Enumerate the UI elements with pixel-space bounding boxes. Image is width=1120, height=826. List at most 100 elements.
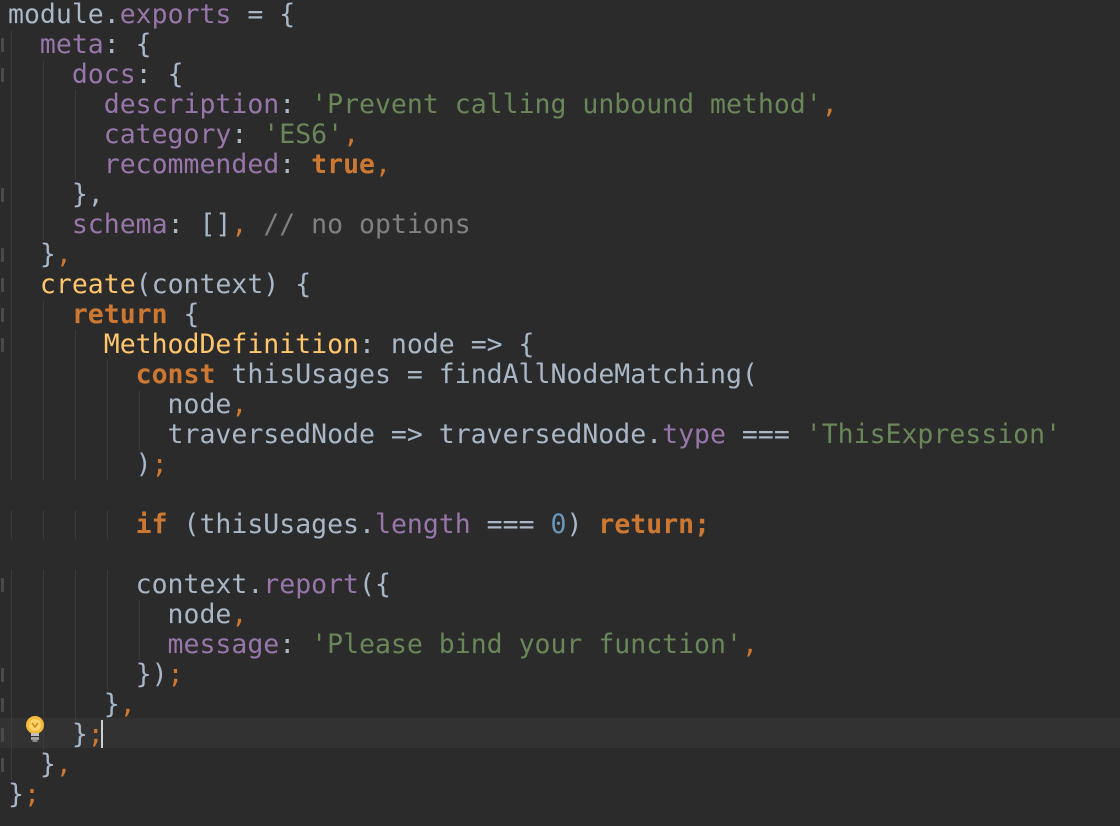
code-token: return; xyxy=(598,509,711,540)
code-line[interactable]: description: 'Prevent calling unbound me… xyxy=(8,90,1061,120)
code-token: ) xyxy=(8,449,152,480)
indent-guide xyxy=(74,660,76,690)
code-token: message xyxy=(167,629,280,660)
code-token: : xyxy=(279,89,312,120)
indent-guide xyxy=(74,150,76,180)
indent-guide xyxy=(106,450,108,480)
fold-marker[interactable] xyxy=(1,698,4,712)
code-area[interactable]: module.exports = { meta: { docs: { descr… xyxy=(8,0,1061,810)
code-line[interactable]: ); xyxy=(8,450,1061,480)
indent-guide xyxy=(11,150,12,180)
indent-guide xyxy=(42,600,44,630)
code-token: exports xyxy=(119,0,232,30)
code-editor[interactable]: module.exports = { meta: { docs: { descr… xyxy=(0,0,1120,826)
code-line[interactable]: }, xyxy=(8,240,1061,270)
indent-guide xyxy=(106,630,108,660)
indent-guide xyxy=(74,570,76,600)
code-token: node xyxy=(8,389,232,420)
code-line[interactable]: docs: { xyxy=(8,60,1061,90)
fold-marker[interactable] xyxy=(1,728,4,742)
fold-marker[interactable] xyxy=(1,308,4,322)
indent-guide xyxy=(11,120,12,150)
text-cursor xyxy=(101,720,103,748)
indent-guide xyxy=(11,390,12,420)
code-token: : [] xyxy=(167,209,232,240)
indent-guide xyxy=(42,150,44,180)
code-token: ({ xyxy=(359,569,391,600)
indent-guide xyxy=(106,570,108,600)
code-line[interactable]: category: 'ES6', xyxy=(8,120,1061,150)
code-line[interactable]: }, xyxy=(8,180,1061,210)
indent-guide xyxy=(11,570,12,600)
code-line[interactable]: if (thisUsages.length === 0) return; xyxy=(8,510,1061,540)
indent-guide xyxy=(42,360,44,390)
fold-marker[interactable] xyxy=(1,758,4,772)
code-line[interactable] xyxy=(8,540,1061,570)
fold-marker[interactable] xyxy=(1,578,4,592)
code-token: , xyxy=(821,89,838,120)
indent-guide xyxy=(42,570,44,600)
fold-marker[interactable] xyxy=(1,278,4,292)
indent-guide xyxy=(42,210,44,240)
code-line[interactable]: MethodDefinition: node => { xyxy=(8,330,1061,360)
indent-guide xyxy=(74,600,76,630)
code-token: 'ES6' xyxy=(263,119,344,150)
code-token: MethodDefinition xyxy=(103,329,360,360)
fold-marker[interactable] xyxy=(1,248,4,262)
code-line[interactable]: }; xyxy=(8,780,1061,810)
fold-marker[interactable] xyxy=(1,668,4,682)
code-line[interactable]: node, xyxy=(8,600,1061,630)
code-token: , xyxy=(741,629,758,660)
indent-guide xyxy=(42,120,44,150)
code-line[interactable]: recommended: true, xyxy=(8,150,1061,180)
code-line[interactable]: module.exports = { xyxy=(8,0,1061,30)
indent-guide xyxy=(74,420,76,450)
indent-guide xyxy=(138,420,140,450)
code-line[interactable]: node, xyxy=(8,390,1061,420)
code-line[interactable]: }, xyxy=(8,750,1061,780)
code-token: === xyxy=(725,419,806,450)
code-token: , xyxy=(231,209,248,240)
code-line[interactable]: return { xyxy=(8,300,1061,330)
code-token: ) xyxy=(566,509,599,540)
indent-guide xyxy=(11,630,12,660)
indent-guide xyxy=(42,60,44,90)
code-line[interactable]: }); xyxy=(8,660,1061,690)
indent-guide xyxy=(11,180,12,210)
indent-guide xyxy=(106,660,108,690)
code-line[interactable] xyxy=(8,480,1061,510)
code-token: , xyxy=(343,119,360,150)
code-token: , xyxy=(231,599,248,630)
code-line[interactable]: schema: [], // no options xyxy=(8,210,1061,240)
code-line[interactable]: }, xyxy=(8,690,1061,720)
indent-guide xyxy=(138,390,140,420)
code-token: (context) { xyxy=(135,269,312,300)
code-line[interactable]: message: 'Please bind your function', xyxy=(8,630,1061,660)
indent-guide xyxy=(11,750,12,780)
fold-marker[interactable] xyxy=(1,338,4,352)
code-line[interactable]: }; xyxy=(8,720,1061,750)
fold-marker[interactable] xyxy=(1,68,4,82)
lightbulb-icon[interactable] xyxy=(22,714,48,744)
code-line[interactable]: context.report({ xyxy=(8,570,1061,600)
code-token: ; xyxy=(151,449,168,480)
indent-guide xyxy=(42,420,44,450)
indent-guide xyxy=(11,690,12,720)
code-token: === xyxy=(470,509,551,540)
indent-guide xyxy=(11,30,12,60)
fold-marker[interactable] xyxy=(1,38,4,52)
code-token: 0 xyxy=(550,509,567,540)
indent-guide xyxy=(106,600,108,630)
code-line[interactable]: create(context) { xyxy=(8,270,1061,300)
code-line[interactable]: meta: { xyxy=(8,30,1061,60)
fold-marker[interactable] xyxy=(1,188,4,202)
indent-guide xyxy=(74,510,76,540)
code-token: docs xyxy=(71,59,136,90)
code-line[interactable]: traversedNode => traversedNode.type === … xyxy=(8,420,1061,450)
code-line[interactable]: const thisUsages = findAllNodeMatching( xyxy=(8,360,1061,390)
